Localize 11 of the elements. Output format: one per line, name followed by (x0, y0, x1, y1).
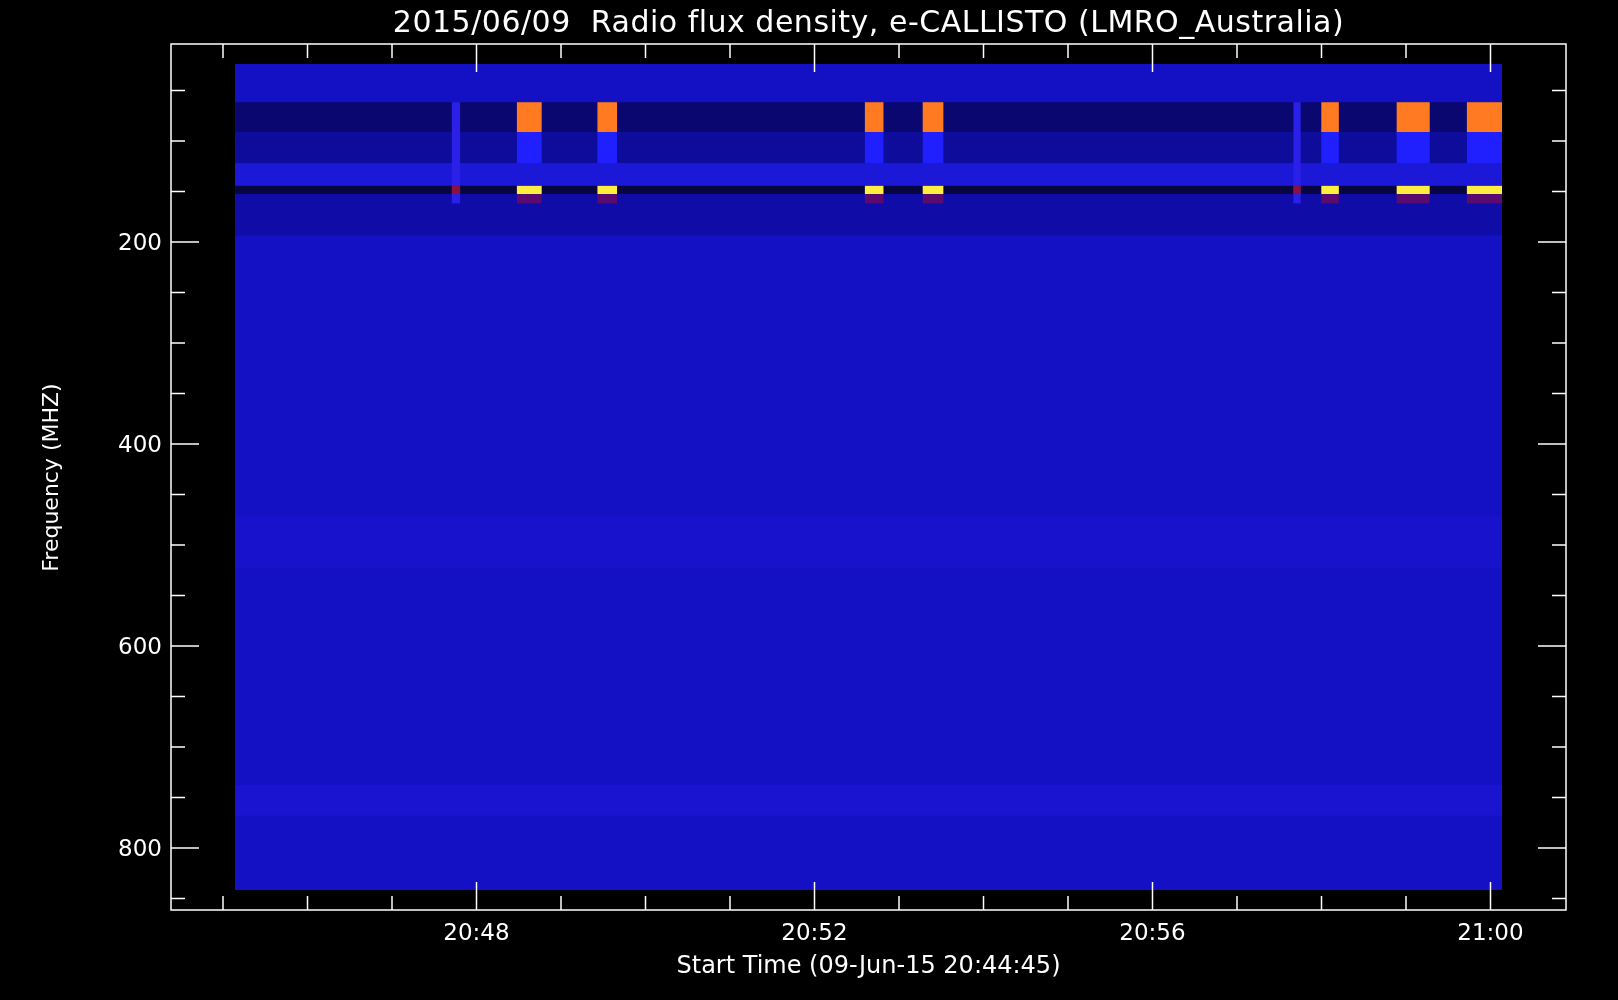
y-tick-label: 600 (118, 633, 162, 659)
y-axis-label: Frequency (MHZ) (37, 382, 63, 572)
x-tick-label: 20:48 (443, 919, 510, 945)
x-tick-label: 21:00 (1457, 919, 1524, 945)
x-axis-label: Start Time (09-Jun-15 20:44:45) (676, 951, 1061, 979)
x-tick-label: 20:56 (1119, 919, 1186, 945)
y-tick-label: 200 (118, 229, 162, 255)
y-tick-label: 800 (118, 835, 162, 861)
chart-title: 2015/06/09 Radio flux density, e-CALLISTO (LMRO_Australia) (392, 4, 1345, 39)
y-tick-label: 400 (118, 431, 162, 457)
x-tick-label: 20:52 (781, 919, 848, 945)
